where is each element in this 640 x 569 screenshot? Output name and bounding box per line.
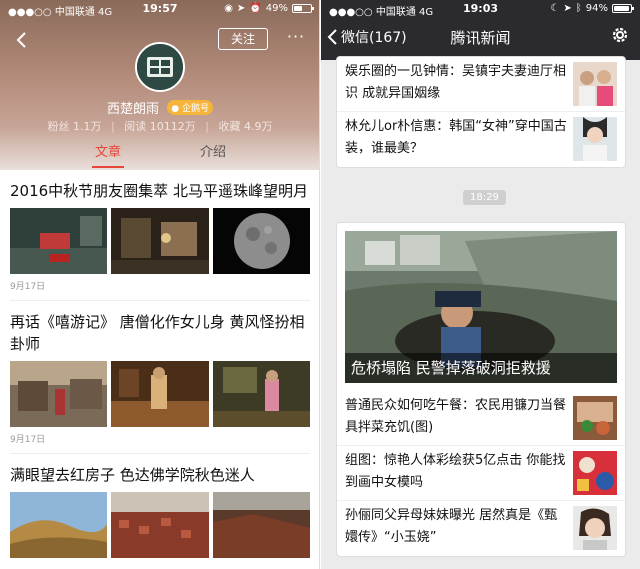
article-item[interactable]: 满眼望去红房子 色达佛学院秋色迷人 <box>0 454 319 558</box>
news-item[interactable]: 林允儿or朴信惠：韩国“女神”穿中国古装，谁最美？ <box>337 112 625 167</box>
lead-caption[interactable]: 危桥塌陷 民警掉落破洞拒救援 <box>345 353 617 383</box>
battery-icon <box>612 4 634 13</box>
thumbnail-village[interactable] <box>10 361 108 427</box>
lock-rotation-icon: ◉ <box>224 3 233 14</box>
news-thumbnail[interactable] <box>573 451 617 495</box>
penguin-icon: ● <box>171 104 180 114</box>
news-item[interactable]: 娱乐圈的一见钟情：吴镇宇夫妻迪厅相识 成就异国姻缘 <box>337 57 625 112</box>
verified-badge: ● 企鹅号 <box>167 100 213 115</box>
news-card: 娱乐圈的一见钟情：吴镇宇夫妻迪厅相识 成就异国姻缘 林允儿or朴信惠：韩国“女神… <box>336 56 626 168</box>
account-stats: 粉丝 1.1万 | 阅读 10112万 | 收藏 4.9万 <box>0 118 319 134</box>
location-icon: ➤ <box>236 3 246 14</box>
article-thumbnails <box>10 208 310 274</box>
article-item[interactable]: 2016中秋节朋友圈集萃 北马平遥珠峰望明月 9月17日 <box>0 170 319 301</box>
account-avatar[interactable] <box>135 42 185 92</box>
news-title[interactable]: 林允儿or朴信惠：韩国“女神”穿中国古装，谁最美？ <box>345 116 567 160</box>
reads-count: 阅读 10112万 <box>124 120 196 133</box>
news-title[interactable]: 组图：惊艳人体彩绘获5亿点击 你能找到画中女模吗 <box>345 450 567 494</box>
battery-percent: 49% <box>265 3 288 14</box>
bluetooth-icon: ᛒ <box>575 3 582 14</box>
news-item[interactable]: 组图：惊艳人体彩绘获5亿点击 你能找到画中女模吗 <box>337 446 625 501</box>
back-chevron-icon[interactable] <box>12 30 32 50</box>
stats-divider: | <box>111 120 115 133</box>
thumbnail-scene[interactable] <box>212 361 310 427</box>
moon-icon: ☾ <box>550 3 560 14</box>
location-icon: ➤ <box>563 3 572 14</box>
article-title[interactable]: 2016中秋节朋友圈集萃 北马平遥珠峰望明月 <box>10 180 310 202</box>
news-title[interactable]: 普通民众如何吃午餐：农民用镰刀当餐具拌菜充饥(图) <box>345 395 567 439</box>
account-name-row: 西楚朗雨 ● 企鹅号 <box>0 98 319 117</box>
right-phone-screen: ●●●○○ 中国联通 4G 19:03 ☾ ➤ ᛒ 94% 微信(167) 腾讯… <box>321 0 640 569</box>
more-options-icon[interactable]: ··· <box>284 29 308 48</box>
profile-header: ●●●○○ 中国联通 4G 19:57 ◉ ➤ ⏰ 49% 关注 ··· 西楚朗… <box>0 0 319 170</box>
article-date: 9月17日 <box>10 432 310 454</box>
navigation-bar: ●●●○○ 中国联通 4G 19:03 ☾ ➤ ᛒ 94% 微信(167) 腾讯… <box>321 0 640 60</box>
lead-story[interactable]: 危桥塌陷 民警掉落破洞拒救援 <box>345 231 617 383</box>
thumbnail-red-houses[interactable] <box>111 492 209 558</box>
thumbnail-courtyard[interactable] <box>111 208 209 274</box>
news-item[interactable]: 普通民众如何吃午餐：农民用镰刀当餐具拌菜充饥(图) <box>337 391 625 446</box>
profile-tabs: 文章 介绍 <box>0 143 319 169</box>
favorites-count: 收藏 4.9万 <box>218 120 273 133</box>
article-feed: 2016中秋节朋友圈集萃 北马平遥珠峰望明月 9月17日 再话《嘻游记》 唐僧化… <box>0 170 319 558</box>
news-thumbnail[interactable] <box>573 117 617 161</box>
stats-divider: | <box>205 120 209 133</box>
status-bar: ●●●○○ 中国联通 4G 19:03 ☾ ➤ ᛒ 94% <box>321 0 640 18</box>
news-title[interactable]: 孙俪同父异母妹妹曝光 居然真是《甄嬛传》“小玉娆” <box>345 505 567 549</box>
fans-count: 粉丝 1.1万 <box>47 120 102 133</box>
thumbnail-hills[interactable] <box>10 492 108 558</box>
news-item[interactable]: 孙俪同父异母妹妹曝光 居然真是《甄嬛传》“小玉娆” <box>337 501 625 556</box>
article-date: 9月17日 <box>10 279 310 301</box>
timestamp-badge: 18:29 <box>463 190 506 205</box>
thumbnail-valley[interactable] <box>212 492 310 558</box>
status-right: ◉ ➤ ⏰ 49% <box>224 3 314 14</box>
news-thumbnail[interactable] <box>573 396 617 440</box>
article-thumbnails <box>10 492 310 558</box>
article-title[interactable]: 再话《嘻游记》 唐僧化作女儿身 黄风怪扮相卦师 <box>10 311 310 355</box>
alarm-icon: ⏰ <box>249 3 262 14</box>
status-bar: ●●●○○ 中国联通 4G 19:57 ◉ ➤ ⏰ 49% <box>0 0 319 18</box>
battery-icon <box>292 4 314 13</box>
article-thumbnails <box>10 361 310 427</box>
left-phone-screen: ●●●○○ 中国联通 4G 19:57 ◉ ➤ ⏰ 49% 关注 ··· 西楚朗… <box>0 0 320 569</box>
thumbnail-stage[interactable] <box>111 361 209 427</box>
article-title[interactable]: 满眼望去红房子 色达佛学院秋色迷人 <box>10 464 310 486</box>
follow-button[interactable]: 关注 <box>218 28 268 50</box>
tab-intro[interactable]: 介绍 <box>183 143 243 169</box>
gear-icon[interactable] <box>610 25 630 45</box>
page-title: 腾讯新闻 <box>450 29 511 47</box>
news-thumbnail[interactable] <box>573 506 617 550</box>
article-item[interactable]: 再话《嘻游记》 唐僧化作女儿身 黄风怪扮相卦师 9月17日 <box>0 301 319 454</box>
thumbnail-garden[interactable] <box>10 208 108 274</box>
news-thumbnail[interactable] <box>573 62 617 106</box>
status-right: ☾ ➤ ᛒ 94% <box>550 3 634 14</box>
news-title[interactable]: 娱乐圈的一见钟情：吴镇宇夫妻迪厅相识 成就异国姻缘 <box>345 61 567 105</box>
news-card: 危桥塌陷 民警掉落破洞拒救援 普通民众如何吃午餐：农民用镰刀当餐具拌菜充饥(图)… <box>336 222 626 557</box>
account-name: 西楚朗雨 <box>107 102 160 117</box>
thumbnail-moon[interactable] <box>212 208 310 274</box>
battery-percent: 94% <box>585 3 608 14</box>
tab-articles[interactable]: 文章 <box>78 143 138 169</box>
